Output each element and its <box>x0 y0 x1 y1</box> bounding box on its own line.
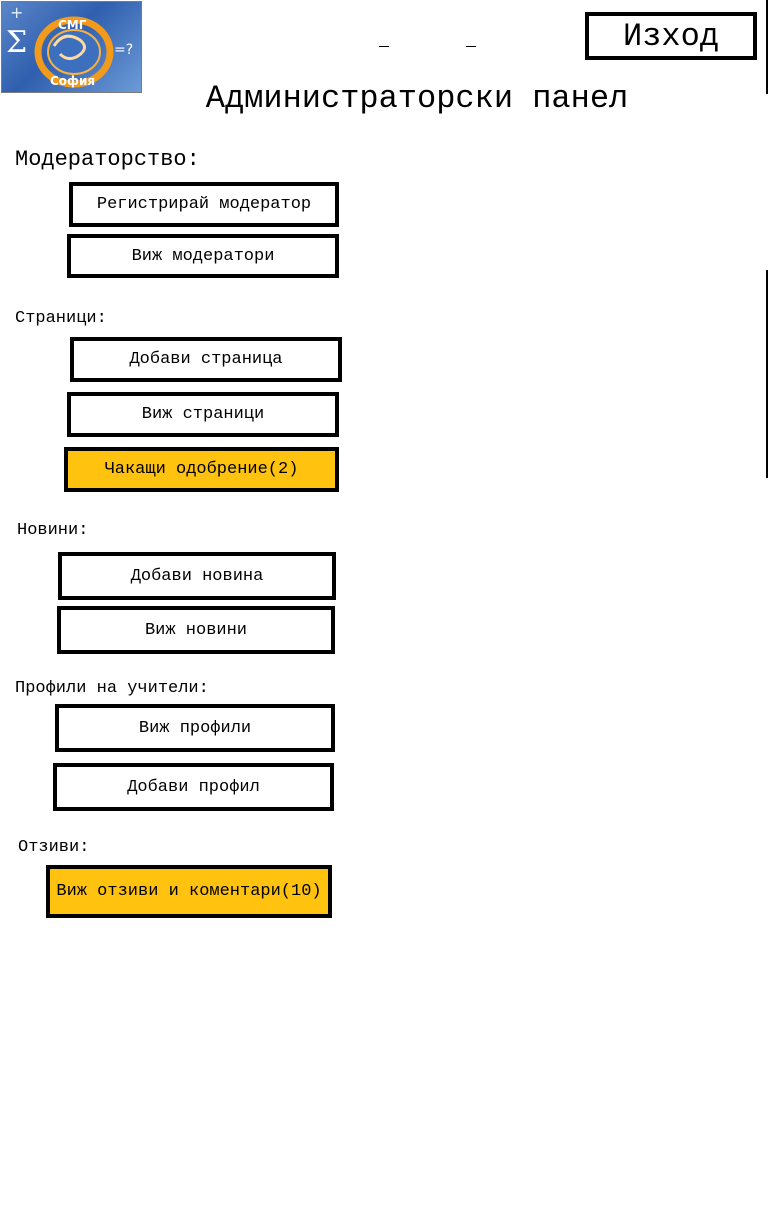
page-title: Администраторски панел <box>205 80 629 117</box>
add-news-button[interactable]: Добави новина <box>58 552 336 600</box>
svg-text:+: + <box>10 3 23 22</box>
view-profiles-button[interactable]: Виж профили <box>55 704 335 752</box>
svg-text:=?: =? <box>114 42 133 58</box>
section-label-reviews: Отзиви: <box>18 838 90 857</box>
svg-text:СМГ: СМГ <box>58 18 87 32</box>
header-dash <box>379 46 389 47</box>
view-news-button[interactable]: Виж новини <box>57 606 335 654</box>
section-label-news: Новини: <box>17 521 89 540</box>
pending-approval-button[interactable]: Чакащи одобрение(2) <box>64 447 339 492</box>
header-dash <box>466 46 476 47</box>
section-label-teacher-profiles: Профили на учители: <box>15 679 209 698</box>
view-moderators-button[interactable]: Виж модератори <box>67 234 339 278</box>
logout-button[interactable]: Изход <box>585 12 757 60</box>
section-label-moderators: Модераторство: <box>15 147 200 172</box>
register-moderator-button[interactable]: Регистрирай модератор <box>69 182 339 227</box>
section-label-pages: Страници: <box>15 309 107 328</box>
add-page-button[interactable]: Добави страница <box>70 337 342 382</box>
svg-text:Σ: Σ <box>6 25 27 60</box>
view-reviews-button[interactable]: Виж отзиви и коментари(10) <box>46 865 332 918</box>
view-pages-button[interactable]: Виж страници <box>67 392 339 437</box>
add-profile-button[interactable]: Добави профил <box>53 763 334 811</box>
